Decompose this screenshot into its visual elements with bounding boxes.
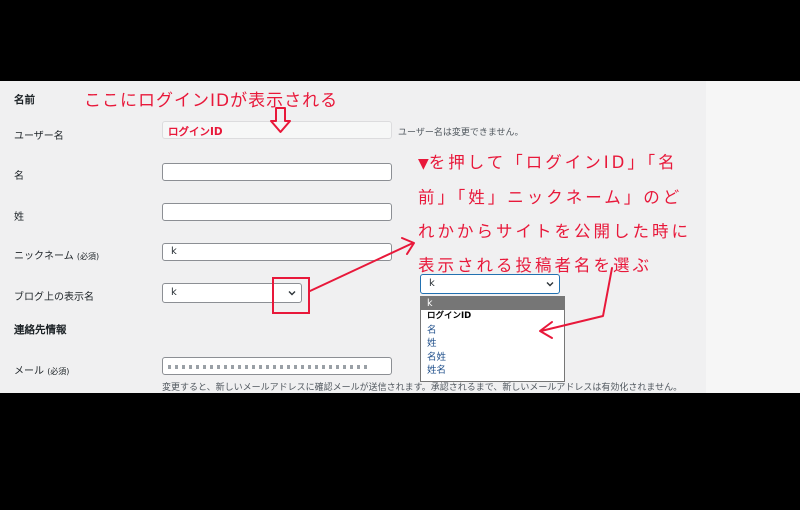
username-value-annotated: ログインID <box>168 126 223 138</box>
username-note: ユーザー名は変更できません。 <box>398 128 524 138</box>
lastname-input[interactable] <box>162 203 392 221</box>
annotation-instruction: ▼を押して「ログインID」「名 前」「姓」ニックネーム」のど れかからサイトを公… <box>418 153 691 275</box>
section-contact-heading: 連絡先情報 <box>14 324 67 336</box>
firstname-input[interactable] <box>162 163 392 181</box>
section-name-heading: 名前 <box>14 94 35 106</box>
email-label: メール (必須) <box>14 366 70 377</box>
display-name-label: ブログ上の表示名 <box>14 292 94 303</box>
lastname-label: 姓 <box>14 212 24 223</box>
username-label: ユーザー名 <box>14 131 64 142</box>
dropdown-options-list: k ログインID 名 姓 名姓 姓名 <box>420 296 565 382</box>
display-name-dropdown[interactable]: k <box>420 274 560 294</box>
firstname-label: 名 <box>14 171 24 182</box>
dropdown-option[interactable]: ログインID <box>421 310 564 323</box>
dropdown-option[interactable]: k <box>421 297 564 311</box>
nickname-input[interactable]: k <box>162 243 392 261</box>
highlight-box <box>272 277 310 314</box>
chevron-down-icon[interactable] <box>545 279 555 289</box>
triangle-down-icon: ▼ <box>418 156 429 172</box>
annotation-top: ここにログインIDが表示される <box>84 91 339 111</box>
email-value-masked <box>168 365 368 369</box>
nickname-label: ニックネーム (必須) <box>14 251 100 262</box>
dropdown-option[interactable]: 名姓 <box>421 351 564 364</box>
dropdown-option[interactable]: 姓名 <box>421 364 564 377</box>
dropdown-option[interactable]: 名 <box>421 324 564 337</box>
dropdown-option[interactable]: 姓 <box>421 337 564 350</box>
